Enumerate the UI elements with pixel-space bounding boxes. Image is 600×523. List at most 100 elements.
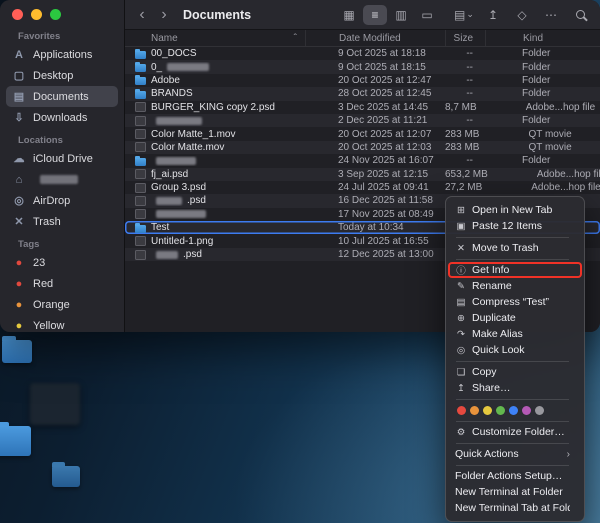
back-button[interactable]: ‹ bbox=[133, 7, 151, 23]
file-name: fj_ai.psd bbox=[151, 169, 188, 180]
minimize-window-button[interactable] bbox=[31, 9, 42, 20]
context-menu-item[interactable]: ↥ Share… bbox=[446, 380, 584, 396]
sidebar-item[interactable]: ⇩ Downloads bbox=[6, 107, 118, 128]
tag-color-dot[interactable] bbox=[470, 406, 479, 415]
context-menu-item[interactable]: ✕ Move to Trash bbox=[446, 240, 584, 256]
menu-item-icon: ❏ bbox=[455, 367, 467, 378]
column-header-kind[interactable]: Kind bbox=[485, 30, 600, 46]
file-icon bbox=[135, 158, 146, 166]
column-header-date-modified[interactable]: Date Modified bbox=[305, 30, 445, 46]
sidebar-item[interactable]: ▢ Desktop bbox=[6, 65, 118, 86]
sidebar-item[interactable]: ● Yellow bbox=[6, 315, 118, 332]
sidebar-item[interactable]: ✕ Trash bbox=[6, 211, 118, 232]
desktop-folder-icon[interactable] bbox=[2, 340, 32, 363]
context-menu-item[interactable]: New Terminal Tab at Folder bbox=[446, 500, 584, 516]
desktop: { "toolbar": { "back": "‹", "forward": "… bbox=[0, 0, 600, 523]
file-name-cell: Color Matte_1.mov bbox=[125, 129, 305, 140]
tag-color-dot[interactable] bbox=[522, 406, 531, 415]
sidebar-section-label: Tags bbox=[18, 239, 39, 250]
context-menu-item[interactable]: ❏ Copy bbox=[446, 364, 584, 380]
kind-cell: Folder bbox=[485, 155, 600, 166]
date-modified-cell: 20 Oct 2025 at 12:47 bbox=[305, 75, 445, 86]
sidebar-item[interactable]: A Applications bbox=[6, 44, 118, 65]
zoom-window-button[interactable] bbox=[50, 9, 61, 20]
table-row[interactable]: Group 3.psd 24 Jul 2025 at 09:41 27,2 MB… bbox=[125, 181, 600, 194]
table-row[interactable]: Color Matte.mov 20 Oct 2025 at 12:03 283… bbox=[125, 141, 600, 154]
table-row[interactable]: BRANDS 28 Oct 2025 at 12:45 -- Folder bbox=[125, 87, 600, 100]
group-by-button[interactable]: ▤ ⌄ bbox=[452, 5, 476, 25]
context-menu-item[interactable]: Quick Actions › bbox=[446, 446, 584, 462]
ellipsis-icon: ⋯ bbox=[545, 8, 557, 22]
sidebar-item[interactable]: ▤ Documents bbox=[6, 86, 118, 107]
tag-color-dot[interactable] bbox=[457, 406, 466, 415]
date-modified-cell: 20 Oct 2025 at 12:07 bbox=[305, 129, 445, 140]
context-menu-item[interactable]: ◎ Quick Look bbox=[446, 342, 584, 358]
size-cell: 653,2 MB bbox=[445, 169, 500, 180]
forward-button[interactable]: › bbox=[155, 7, 173, 23]
date-modified-cell: 9 Oct 2025 at 18:18 bbox=[305, 48, 445, 59]
table-row[interactable]: 24 Nov 2025 at 16:07 -- Folder bbox=[125, 154, 600, 167]
context-menu-item[interactable]: ⚙ Customize Folder… bbox=[446, 424, 584, 440]
grid-view-icon: ▦ bbox=[343, 8, 354, 22]
kind-cell: Folder bbox=[485, 115, 600, 126]
context-menu-item[interactable]: ⓘ Get Info bbox=[448, 262, 582, 278]
sort-ascending-icon: ˆ bbox=[294, 33, 297, 44]
column-view-button[interactable]: ▥ bbox=[389, 5, 413, 25]
context-menu-item[interactable]: ↷ Make Alias bbox=[446, 326, 584, 342]
table-row[interactable]: Color Matte_1.mov 20 Oct 2025 at 12:07 2… bbox=[125, 127, 600, 140]
file-name-cell: Color Matte.mov bbox=[125, 142, 305, 153]
sidebar-item[interactable]: ● Orange bbox=[6, 294, 118, 315]
sidebar-section-label: Favorites bbox=[18, 31, 60, 42]
file-icon bbox=[135, 225, 146, 233]
file-icon bbox=[135, 142, 146, 152]
kind-cell: Adobe...hop file bbox=[489, 102, 600, 113]
search-button[interactable] bbox=[568, 5, 592, 25]
close-window-button[interactable] bbox=[12, 9, 23, 20]
gallery-view-button[interactable]: ▭ bbox=[415, 5, 439, 25]
tag-color-dot[interactable] bbox=[496, 406, 505, 415]
table-row[interactable]: 00_DOCS 9 Oct 2025 at 18:18 -- Folder bbox=[125, 47, 600, 60]
tag-color-dot[interactable] bbox=[509, 406, 518, 415]
context-menu-item[interactable]: ▣ Paste 12 Items bbox=[446, 218, 584, 234]
sidebar-item[interactable]: ● Red bbox=[6, 273, 118, 294]
context-menu-item[interactable]: ▤ Compress “Test” bbox=[446, 294, 584, 310]
tags-button[interactable]: ◇ bbox=[510, 5, 534, 25]
share-button[interactable]: ↥ bbox=[481, 5, 505, 25]
table-row[interactable]: fj_ai.psd 3 Sep 2025 at 12:15 653,2 MB A… bbox=[125, 168, 600, 181]
column-header-name[interactable]: Name ˆ bbox=[125, 30, 305, 46]
tag-color-dot[interactable] bbox=[535, 406, 544, 415]
table-row[interactable]: 0_ 9 Oct 2025 at 18:15 -- Folder bbox=[125, 60, 600, 73]
context-menu-item[interactable]: ✎ Rename bbox=[446, 278, 584, 294]
file-name: BURGER_KING copy 2.psd bbox=[151, 102, 275, 113]
desktop-folder-icon[interactable] bbox=[52, 466, 80, 487]
column-headers: Name ˆ Date Modified Size Kind bbox=[125, 30, 600, 47]
more-options-button[interactable]: ⋯ bbox=[539, 5, 563, 25]
file-icon bbox=[135, 77, 146, 85]
context-menu-item[interactable]: New Terminal at Folder bbox=[446, 484, 584, 500]
menu-item-label: Get Info bbox=[472, 264, 570, 276]
kind-cell: QT movie bbox=[491, 142, 600, 153]
sidebar-item[interactable]: ◎ AirDrop bbox=[6, 190, 118, 211]
column-header-size[interactable]: Size bbox=[445, 30, 485, 46]
sidebar-item[interactable]: ● 23 bbox=[6, 252, 118, 273]
sidebar-item[interactable]: ☁ iCloud Drive bbox=[6, 148, 118, 169]
menu-item-label: New Terminal at Folder bbox=[455, 486, 570, 498]
sidebar-item-icon: ◎ bbox=[12, 194, 26, 207]
list-view-button[interactable]: ≡ bbox=[363, 5, 387, 25]
menu-item-label: Paste 12 Items bbox=[472, 220, 570, 232]
context-menu-item[interactable]: ⊞ Open in New Tab bbox=[446, 202, 584, 218]
desktop-folder-icon[interactable] bbox=[0, 426, 31, 456]
kind-cell: Adobe...hop file bbox=[494, 182, 600, 193]
table-row[interactable]: Adobe 20 Oct 2025 at 12:47 -- Folder bbox=[125, 74, 600, 87]
menu-item-label: Compress “Test” bbox=[472, 296, 570, 308]
sidebar-item-icon: ▤ bbox=[12, 90, 26, 103]
context-menu-item[interactable] bbox=[446, 402, 584, 418]
tag-color-dot[interactable] bbox=[483, 406, 492, 415]
desktop-redacted-icon[interactable] bbox=[30, 383, 80, 425]
table-row[interactable]: 2 Dec 2025 at 11:21 -- Folder bbox=[125, 114, 600, 127]
table-row[interactable]: BURGER_KING copy 2.psd 3 Dec 2025 at 14:… bbox=[125, 101, 600, 114]
context-menu-item[interactable]: ⊕ Duplicate bbox=[446, 310, 584, 326]
context-menu-item[interactable]: Folder Actions Setup… bbox=[446, 468, 584, 484]
sidebar-item[interactable]: ⌂ bbox=[6, 169, 118, 190]
icon-view-button[interactable]: ▦ bbox=[337, 5, 361, 25]
